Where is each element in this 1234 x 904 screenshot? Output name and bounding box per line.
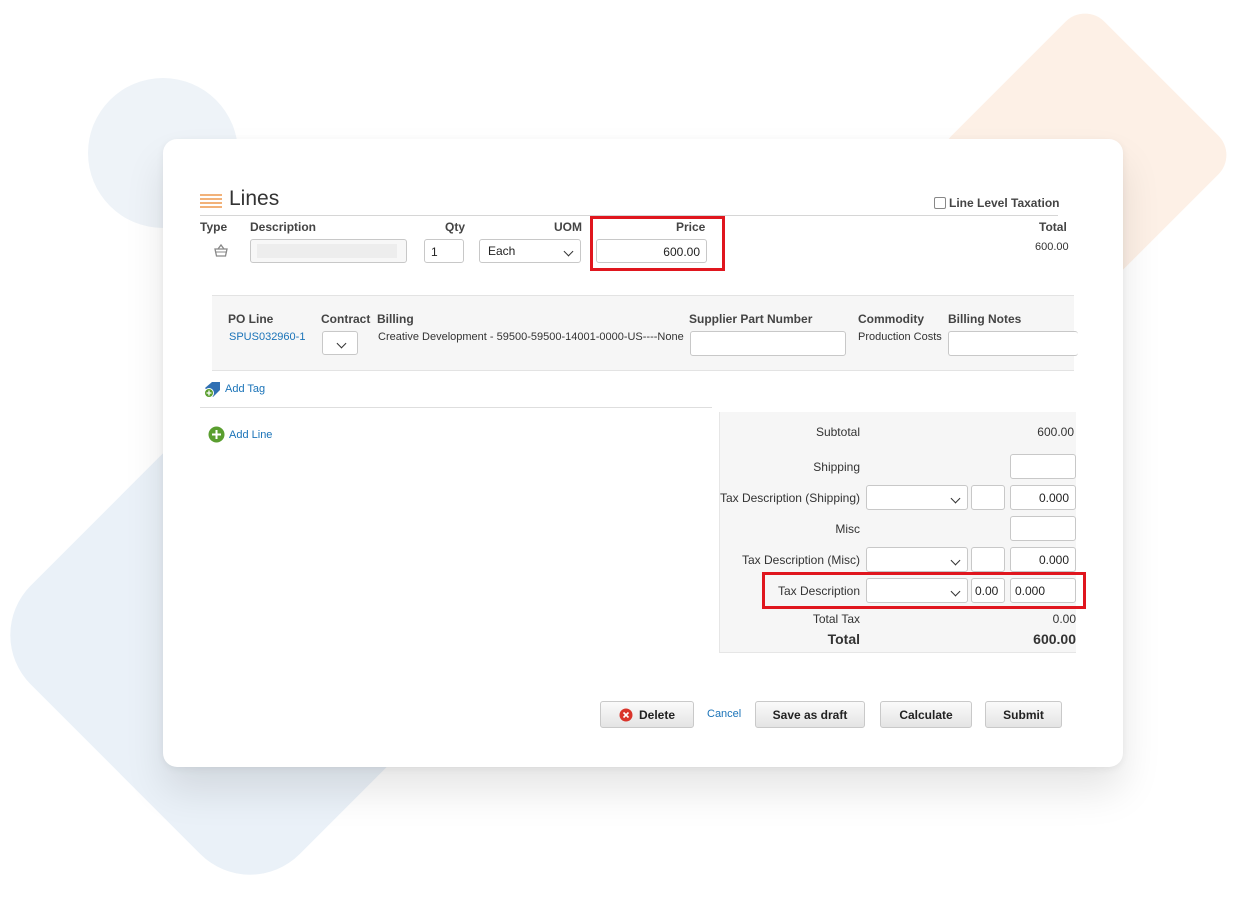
description-value-redacted xyxy=(257,244,397,258)
description-input[interactable] xyxy=(250,239,407,263)
save-draft-button[interactable]: Save as draft xyxy=(755,701,865,728)
supplier-part-number-input[interactable] xyxy=(690,331,846,356)
header-type: Type xyxy=(200,220,228,234)
header-total: Total xyxy=(1039,220,1067,234)
tax-shipping-amount-input[interactable]: 0.000 xyxy=(1010,485,1076,510)
header-po-line: PO Line xyxy=(228,312,274,326)
line-level-taxation-toggle[interactable]: Line Level Taxation xyxy=(934,196,1059,210)
line-level-taxation-label: Line Level Taxation xyxy=(949,196,1060,210)
tax-description-highlight-box xyxy=(762,572,1086,609)
tax-shipping-select[interactable] xyxy=(866,485,968,510)
add-line-button[interactable]: Add Line xyxy=(208,426,272,443)
total-tax-value: 0.00 xyxy=(1052,612,1076,626)
add-tag-label: Add Tag xyxy=(225,383,266,395)
header-qty: Qty xyxy=(445,220,466,234)
uom-select-value: Each xyxy=(488,244,516,258)
tax-misc-amount-input[interactable]: 0.000 xyxy=(1010,547,1076,572)
total-tax-label: Total Tax xyxy=(812,612,860,626)
cancel-link[interactable]: Cancel xyxy=(707,708,741,720)
chevron-down-icon xyxy=(563,246,574,257)
tax-shipping-rate-input[interactable] xyxy=(971,485,1005,510)
delete-label: Delete xyxy=(638,707,676,722)
billing-notes-input[interactable] xyxy=(948,331,1078,356)
tax-misc-label: Tax Description (Misc) xyxy=(741,553,860,567)
lines-section-icon xyxy=(200,194,222,208)
delete-x-icon xyxy=(619,708,633,721)
plus-circle-icon xyxy=(208,426,225,443)
chevron-down-icon xyxy=(336,338,347,349)
total-value: 600.00 xyxy=(1033,631,1076,647)
tax-shipping-label: Tax Description (Shipping) xyxy=(719,491,860,505)
po-line-link[interactable]: SPUS032960-1 xyxy=(229,331,305,343)
qty-input[interactable]: 1 xyxy=(424,239,464,263)
tag-add-icon xyxy=(204,382,220,398)
submit-button[interactable]: Submit xyxy=(985,701,1062,728)
uom-select[interactable]: Each xyxy=(479,239,581,263)
line-total-value: 600.00 xyxy=(1035,241,1069,253)
tax-misc-select[interactable] xyxy=(866,547,968,572)
lines-bottom-divider xyxy=(200,407,712,408)
header-description: Description xyxy=(250,220,317,234)
header-commodity: Commodity xyxy=(858,312,924,326)
misc-label: Misc xyxy=(835,522,860,536)
header-billing: Billing xyxy=(377,312,414,326)
billing-value: Creative Development - 59500-59500-14001… xyxy=(378,331,684,343)
calculate-button[interactable]: Calculate xyxy=(880,701,972,728)
price-highlight-box xyxy=(590,216,725,271)
shipping-input[interactable] xyxy=(1010,454,1076,479)
tax-misc-rate-input[interactable] xyxy=(971,547,1005,572)
form-card: Lines Line Level Taxation Type Descripti… xyxy=(163,139,1123,767)
add-tag-button[interactable]: Add Tag xyxy=(203,380,265,398)
line-level-taxation-checkbox[interactable] xyxy=(934,197,946,209)
section-title: Lines xyxy=(229,187,280,210)
header-uom: UOM xyxy=(554,220,582,234)
delete-button[interactable]: Delete xyxy=(600,701,694,728)
header-supplier-part-number: Supplier Part Number xyxy=(689,312,813,326)
commodity-value: Production Costs xyxy=(858,331,942,343)
chevron-down-icon xyxy=(950,555,961,565)
subtotal-label: Subtotal xyxy=(815,425,860,439)
total-label: Total xyxy=(827,631,860,647)
chevron-down-icon xyxy=(950,493,961,503)
misc-input[interactable] xyxy=(1010,516,1076,541)
basket-icon xyxy=(213,243,229,259)
shipping-label: Shipping xyxy=(813,460,860,474)
contract-select[interactable] xyxy=(322,331,358,355)
header-billing-notes: Billing Notes xyxy=(948,312,1022,326)
header-contract: Contract xyxy=(321,312,371,326)
add-line-label: Add Line xyxy=(229,428,273,441)
subtotal-value: 600.00 xyxy=(1037,425,1074,439)
